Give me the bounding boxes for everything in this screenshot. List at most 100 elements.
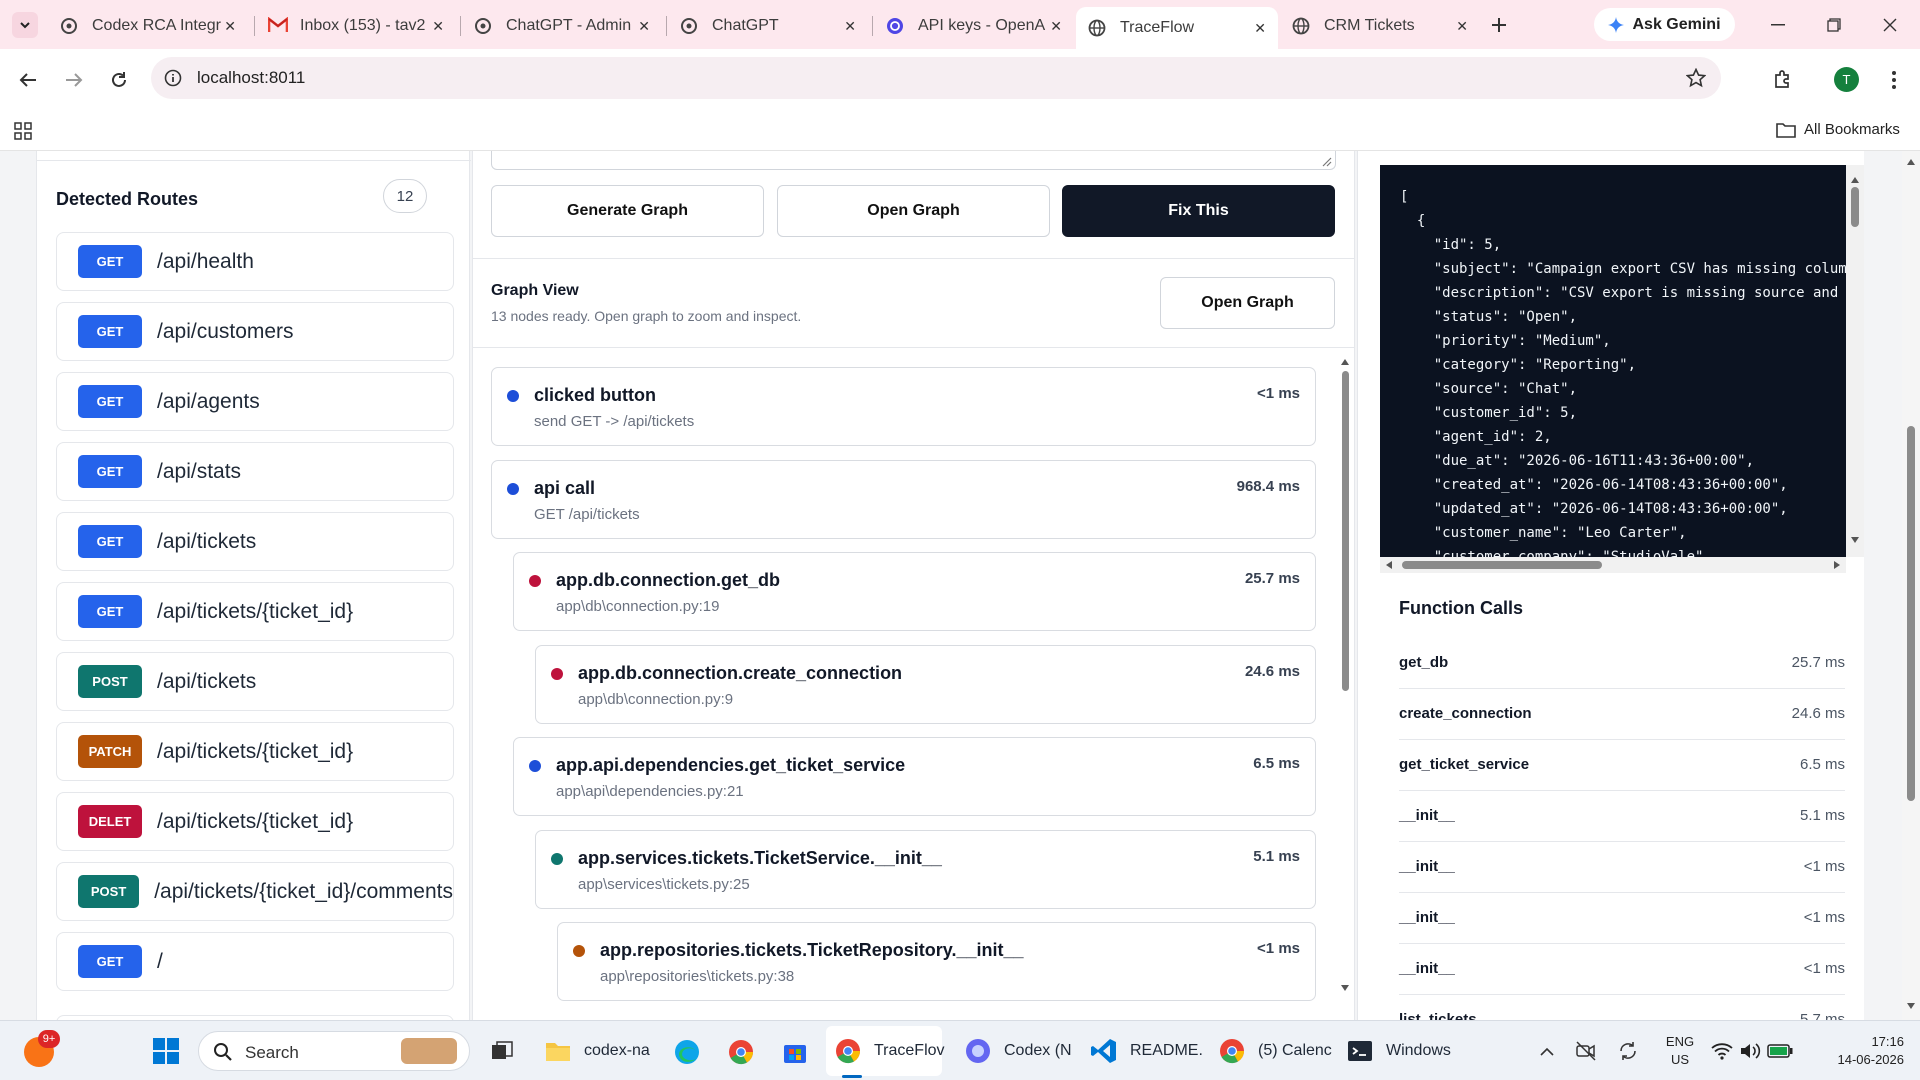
- battery-icon[interactable]: [1766, 1039, 1794, 1063]
- tab-crm-tickets[interactable]: CRM Tickets ✕: [1280, 9, 1480, 42]
- tab-title: Inbox (153) - tav2: [300, 16, 426, 34]
- edge-browser-icon[interactable]: [672, 1037, 702, 1067]
- generate-graph-button[interactable]: Generate Graph: [491, 185, 764, 237]
- response-json-viewer[interactable]: [ { "id": 5, "subject": "Campaign export…: [1380, 165, 1846, 557]
- resize-handle-icon[interactable]: [1322, 157, 1332, 167]
- route-item[interactable]: GET/api/customers: [56, 302, 454, 361]
- route-item[interactable]: GET/api/tickets: [56, 512, 454, 571]
- function-call-row[interactable]: __init__ <1 ms: [1399, 893, 1845, 944]
- chrome-browser-icon[interactable]: [726, 1037, 756, 1067]
- close-icon[interactable]: ✕: [432, 18, 444, 35]
- tab-traceflow[interactable]: TraceFlow ✕: [1076, 7, 1278, 49]
- function-call-row[interactable]: list_tickets 5.7 ms: [1399, 995, 1845, 1020]
- graph-node[interactable]: app.db.connection.create_connection app\d…: [535, 644, 1316, 724]
- method-badge: DELET: [78, 805, 142, 838]
- json-vertical-scrollbar[interactable]: [1846, 165, 1864, 557]
- graph-node[interactable]: clicked button send GET -> /api/tickets <1…: [491, 367, 1316, 446]
- task-view-icon[interactable]: [488, 1037, 516, 1065]
- taskbar-app-chrome-traceflow[interactable]: TraceFlov: [834, 1031, 945, 1071]
- description-textarea[interactable]: [491, 151, 1336, 170]
- taskbar-app-codex[interactable]: Codex (N: [964, 1031, 1072, 1071]
- close-icon[interactable]: ✕: [1456, 18, 1468, 35]
- node-status-dot: [507, 390, 519, 402]
- sync-icon[interactable]: [1616, 1039, 1640, 1063]
- route-item[interactable]: POST/api/tickets: [56, 652, 454, 711]
- function-call-row[interactable]: get_ticket_service 6.5 ms: [1399, 740, 1845, 791]
- route-item[interactable]: GET/api/tickets/{ticket_id}: [56, 582, 454, 641]
- method-badge: GET: [78, 525, 142, 558]
- route-item[interactable]: GET/api/stats: [56, 442, 454, 501]
- extensions-puzzle-icon[interactable]: [1768, 64, 1798, 94]
- minimize-icon[interactable]: [1758, 10, 1798, 40]
- node-subtitle: GET /api/tickets: [534, 505, 640, 523]
- route-path: /api/agents: [157, 389, 260, 413]
- taskbar-app-chrome-calendar[interactable]: (5) Calenc: [1218, 1031, 1332, 1071]
- function-call-row[interactable]: __init__ 5.1 ms: [1399, 791, 1845, 842]
- wifi-icon[interactable]: [1710, 1039, 1734, 1063]
- ask-gemini-button[interactable]: Ask Gemini: [1594, 8, 1735, 41]
- close-icon[interactable]: ✕: [1050, 18, 1062, 35]
- close-icon[interactable]: ✕: [844, 18, 856, 35]
- bookmark-star-icon[interactable]: [1685, 67, 1707, 89]
- route-item[interactable]: POST/api/tickets/{ticket_id}/comments: [56, 862, 454, 921]
- back-arrow-icon[interactable]: [14, 66, 42, 94]
- tab-search-chevron-icon[interactable]: [12, 12, 38, 38]
- tab-separator: [460, 16, 461, 36]
- tray-chevron-up-icon[interactable]: [1536, 1041, 1558, 1063]
- taskbar-app-terminal[interactable]: Windows: [1346, 1031, 1451, 1071]
- function-duration: <1 ms: [1803, 858, 1845, 875]
- bookmarks-bar: All Bookmarks: [0, 110, 1920, 151]
- function-call-row[interactable]: create_connection 24.6 ms: [1399, 689, 1845, 740]
- new-tab-plus-icon[interactable]: [1486, 12, 1512, 38]
- graph-node[interactable]: app.services.tickets.TicketService.__ini…: [535, 829, 1316, 909]
- taskbar-search-box[interactable]: Search: [198, 1031, 470, 1071]
- profile-avatar[interactable]: T: [1834, 67, 1859, 92]
- tab-chatgpt-admin[interactable]: ChatGPT - Admin ✕: [462, 9, 662, 42]
- close-icon[interactable]: ✕: [224, 18, 236, 35]
- function-duration: 6.5 ms: [1799, 756, 1845, 773]
- address-bar[interactable]: localhost:8011: [151, 57, 1721, 99]
- open-graph-button[interactable]: Open Graph: [777, 185, 1050, 237]
- graph-open-button[interactable]: Open Graph: [1160, 277, 1335, 329]
- route-item[interactable]: GET/api/health: [56, 232, 454, 291]
- graph-node[interactable]: app.api.dependencies.get_ticket_service a…: [513, 737, 1316, 816]
- tab-title: ChatGPT - Admin: [506, 16, 632, 34]
- route-path: /api/customers: [157, 319, 294, 343]
- tab-codex-rca[interactable]: Codex RCA Integr ✕: [48, 9, 248, 42]
- graph-node[interactable]: api call GET /api/tickets 968.4 ms: [491, 459, 1316, 539]
- graph-scrollbar[interactable]: [1338, 355, 1352, 995]
- language-indicator[interactable]: ENG US: [1662, 1033, 1698, 1069]
- tab-api-keys[interactable]: API keys - OpenA ✕: [874, 9, 1074, 42]
- close-icon[interactable]: ✕: [1254, 20, 1266, 37]
- taskbar-app-explorer[interactable]: codex-na: [544, 1031, 650, 1071]
- taskbar-app-vscode[interactable]: README.: [1090, 1031, 1203, 1071]
- reload-icon[interactable]: [105, 66, 133, 94]
- meet-mute-icon[interactable]: [1574, 1039, 1598, 1063]
- window-close-icon[interactable]: [1870, 10, 1910, 40]
- route-item[interactable]: DELET/api/tickets/{ticket_id}: [56, 792, 454, 851]
- function-call-row[interactable]: get_db 25.7 ms: [1399, 638, 1845, 689]
- tab-gmail-inbox[interactable]: Inbox (153) - tav2 ✕: [256, 9, 456, 42]
- kebab-menu-icon[interactable]: [1880, 66, 1908, 94]
- function-call-row[interactable]: __init__ <1 ms: [1399, 944, 1845, 995]
- clock[interactable]: 17:16 14-06-2026: [1808, 1033, 1905, 1069]
- page-scrollbar[interactable]: [1902, 151, 1920, 1020]
- microsoft-store-icon[interactable]: [780, 1037, 810, 1067]
- restore-icon[interactable]: [1814, 10, 1854, 40]
- route-item[interactable]: PATCH/api/tickets/{ticket_id}: [56, 722, 454, 781]
- volume-icon[interactable]: [1738, 1039, 1762, 1063]
- forward-arrow-icon[interactable]: [60, 66, 88, 94]
- site-info-icon[interactable]: [163, 68, 183, 88]
- tab-chatgpt[interactable]: ChatGPT ✕: [668, 9, 868, 42]
- close-icon[interactable]: ✕: [638, 18, 650, 35]
- windows-start-icon[interactable]: [152, 1037, 180, 1065]
- json-horizontal-scrollbar[interactable]: [1380, 557, 1846, 573]
- route-item[interactable]: GET/api/agents: [56, 372, 454, 431]
- route-item[interactable]: GET /: [56, 932, 454, 991]
- fix-this-button[interactable]: Fix This: [1062, 185, 1335, 237]
- apps-grid-icon[interactable]: [12, 120, 34, 142]
- graph-node[interactable]: app.repositories.tickets.TicketRepositor…: [557, 922, 1316, 1001]
- function-call-row[interactable]: __init__ <1 ms: [1399, 842, 1845, 893]
- graph-node[interactable]: app.db.connection.get_db app\db\connectio…: [513, 552, 1316, 631]
- all-bookmarks-button[interactable]: All Bookmarks: [1776, 121, 1900, 138]
